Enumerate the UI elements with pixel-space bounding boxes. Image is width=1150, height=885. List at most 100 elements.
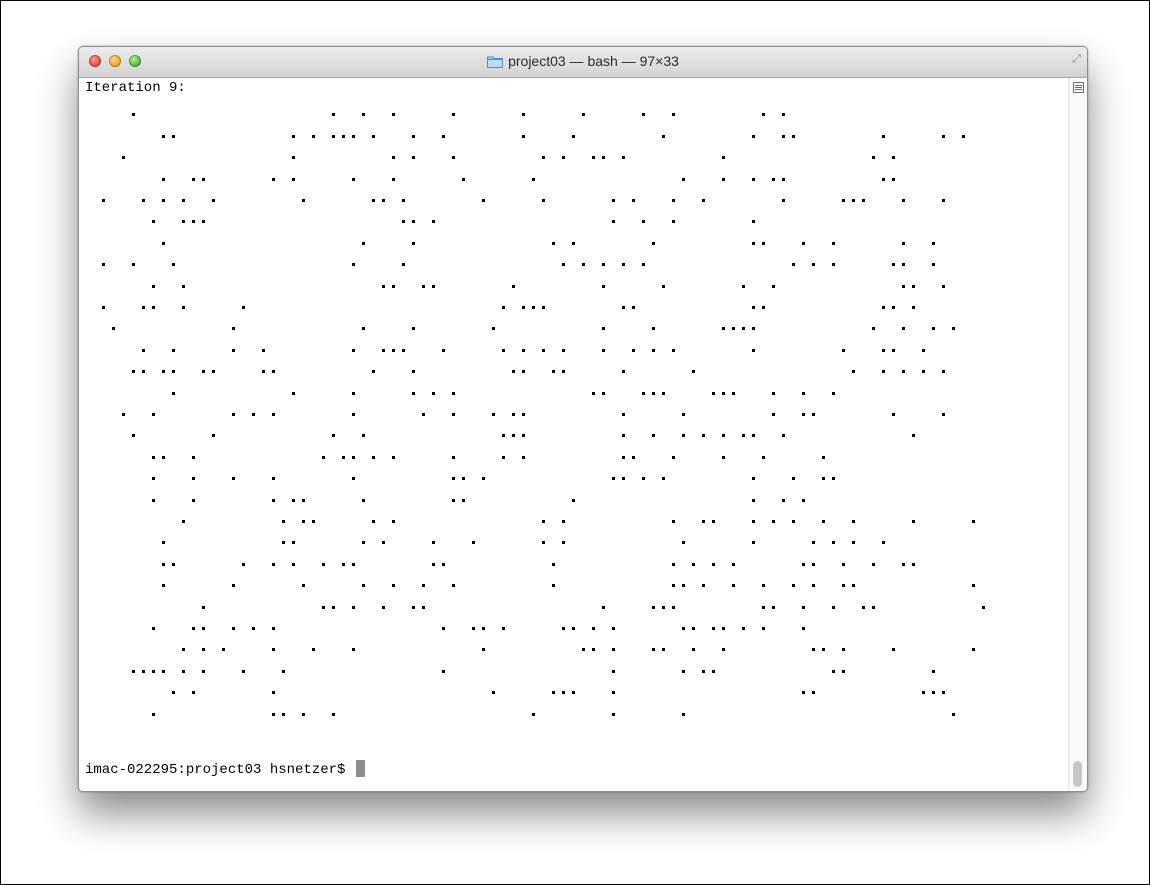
live-cell <box>102 263 105 267</box>
title-bar[interactable]: project03 — bash — 97×33 ⤢ <box>79 47 1087 78</box>
live-cell <box>272 627 275 630</box>
live-cell <box>642 113 645 117</box>
live-cell <box>182 648 185 652</box>
live-cell <box>452 413 455 416</box>
live-cell <box>392 348 395 352</box>
live-cell <box>312 520 315 523</box>
live-cell <box>302 498 305 502</box>
vertical-scrollbar[interactable] <box>1068 78 1087 791</box>
live-cell <box>152 306 155 309</box>
live-cell <box>452 477 455 481</box>
live-cell <box>832 263 835 267</box>
live-cell <box>232 348 235 352</box>
live-cell <box>362 541 365 545</box>
live-cell <box>682 177 685 181</box>
live-cell <box>672 562 675 566</box>
live-cell <box>842 669 845 673</box>
live-cell <box>832 605 835 609</box>
live-cell <box>662 648 665 652</box>
live-cell <box>372 520 375 523</box>
live-cell <box>192 691 195 695</box>
live-cell <box>912 520 915 523</box>
live-cell <box>752 477 755 481</box>
live-cell <box>272 477 275 481</box>
live-cell <box>812 584 815 588</box>
live-cell <box>712 627 715 630</box>
live-cell <box>242 562 245 566</box>
live-cell <box>942 413 945 416</box>
live-cell <box>822 520 825 523</box>
live-cell <box>162 669 165 673</box>
live-cell <box>512 370 515 374</box>
live-cell <box>642 477 645 481</box>
live-cell <box>612 648 615 652</box>
live-cell <box>942 691 945 695</box>
live-cell <box>812 648 815 652</box>
live-cell <box>132 669 135 673</box>
live-cell <box>562 348 565 352</box>
live-cell <box>722 434 725 438</box>
scroll-thumb[interactable] <box>1073 761 1082 787</box>
live-cell <box>782 177 785 181</box>
live-cell <box>422 284 425 288</box>
live-cell <box>112 327 115 331</box>
live-cell <box>862 199 865 202</box>
live-cell <box>362 327 365 331</box>
live-cell <box>372 455 375 459</box>
live-cell <box>622 156 625 160</box>
live-cell <box>942 199 945 202</box>
live-cell <box>172 370 175 374</box>
live-cell <box>782 498 785 502</box>
live-cell <box>782 434 785 438</box>
live-cell <box>752 327 755 331</box>
split-menu-icon[interactable] <box>1073 82 1084 93</box>
live-cell <box>712 391 715 395</box>
live-cell <box>542 306 545 309</box>
live-cell <box>462 177 465 181</box>
fullscreen-icon[interactable]: ⤢ <box>1072 53 1081 66</box>
live-cell <box>922 691 925 695</box>
live-cell <box>382 348 385 352</box>
live-cell <box>232 627 235 630</box>
live-cell <box>132 370 135 374</box>
live-cell <box>832 669 835 673</box>
live-cell <box>702 520 705 523</box>
live-cell <box>882 177 885 181</box>
live-cell <box>202 627 205 630</box>
live-cell <box>292 541 295 545</box>
live-cell <box>312 134 315 138</box>
live-cell <box>482 477 485 481</box>
live-cell <box>582 263 585 267</box>
live-cell <box>812 413 815 416</box>
live-cell <box>722 391 725 395</box>
live-cell <box>902 199 905 202</box>
live-cell <box>762 306 765 309</box>
terminal-output[interactable]: Iteration 9: imac-022295:project03 hsnet… <box>79 78 1069 791</box>
live-cell <box>432 541 435 545</box>
live-cell <box>452 498 455 502</box>
live-cell <box>902 241 905 245</box>
live-cell <box>322 605 325 609</box>
live-cell <box>922 348 925 352</box>
live-cell <box>552 691 555 695</box>
live-cell <box>302 712 305 716</box>
live-cell <box>832 241 835 245</box>
live-cell <box>352 177 355 181</box>
live-cell <box>542 156 545 160</box>
live-cell <box>662 605 665 609</box>
live-cell <box>502 434 505 438</box>
live-cell <box>722 327 725 331</box>
live-cell <box>752 498 755 502</box>
live-cell <box>712 669 715 673</box>
live-cell <box>212 370 215 374</box>
live-cell <box>662 284 665 288</box>
live-cell <box>282 712 285 716</box>
live-cell <box>842 199 845 202</box>
live-cell <box>552 584 555 588</box>
live-cell <box>492 327 495 331</box>
live-cell <box>142 370 145 374</box>
live-cell <box>942 370 945 374</box>
live-cell <box>402 199 405 202</box>
live-cell <box>702 584 705 588</box>
live-cell <box>412 605 415 609</box>
